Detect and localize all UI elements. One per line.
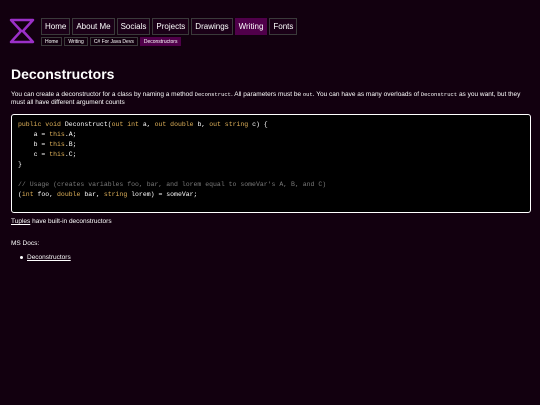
tuples-text: have built-in deconstructors: [30, 218, 112, 225]
main-nav: Home About Me Socials Projects Drawings …: [41, 18, 299, 35]
ms-docs-list: Deconstructors: [20, 254, 71, 261]
ms-docs-label: MS Docs:: [11, 240, 40, 247]
inline-code: Deconstruct: [420, 91, 458, 98]
nav-about-me[interactable]: About Me: [72, 18, 115, 35]
intro-text: You can create a deconstructor for a cla…: [11, 91, 195, 98]
tuples-paragraph: Tuples have built-in deconstructors: [11, 218, 112, 225]
code-comment-line: // Usage (creates variables foo, bar, an…: [18, 181, 327, 188]
breadcrumb-csharp-for-java-devs[interactable]: C# For Java Devs: [89, 37, 138, 46]
page-title: Deconstructors: [11, 66, 115, 82]
nav-fonts[interactable]: Fonts: [269, 18, 298, 35]
ms-docs-deconstructors-link[interactable]: Deconstructors: [27, 254, 71, 261]
inline-code: out: [302, 91, 313, 98]
breadcrumb-home[interactable]: Home: [41, 37, 63, 46]
breadcrumb-deconstructors[interactable]: Deconstructors: [139, 37, 182, 46]
nav-drawings[interactable]: Drawings: [191, 18, 233, 35]
site-header: Home About Me Socials Projects Drawings …: [9, 18, 299, 46]
nav-writing[interactable]: Writing: [234, 18, 268, 35]
code-line: b = this.B;: [18, 141, 77, 148]
inline-code: Deconstruct: [194, 91, 231, 98]
code-line: }: [18, 161, 22, 168]
nav-socials[interactable]: Socials: [116, 18, 151, 35]
intro-paragraph: You can create a deconstructor for a cla…: [11, 91, 529, 107]
nav-projects[interactable]: Projects: [152, 18, 190, 35]
tuples-link[interactable]: Tuples: [11, 218, 30, 225]
breadcrumb: Home Writing C# For Java Devs Deconstruc…: [41, 37, 299, 46]
code-line: c = this.C;: [18, 151, 77, 158]
code-line: (int foo, double bar, string lorem) = so…: [18, 191, 198, 198]
code-block[interactable]: public void Deconstruct(out int a, out d…: [11, 114, 531, 213]
nav-home[interactable]: Home: [41, 18, 71, 35]
site-logo-icon[interactable]: [9, 18, 35, 44]
intro-text: . You can have as many overloads of: [312, 91, 421, 98]
code-line: public void Deconstruct(out int a, out d…: [18, 121, 268, 128]
code-line: a = this.A;: [18, 131, 77, 138]
bullet-icon: [20, 255, 23, 259]
breadcrumb-writing[interactable]: Writing: [64, 37, 88, 46]
intro-text: . All parameters must be: [230, 91, 303, 98]
